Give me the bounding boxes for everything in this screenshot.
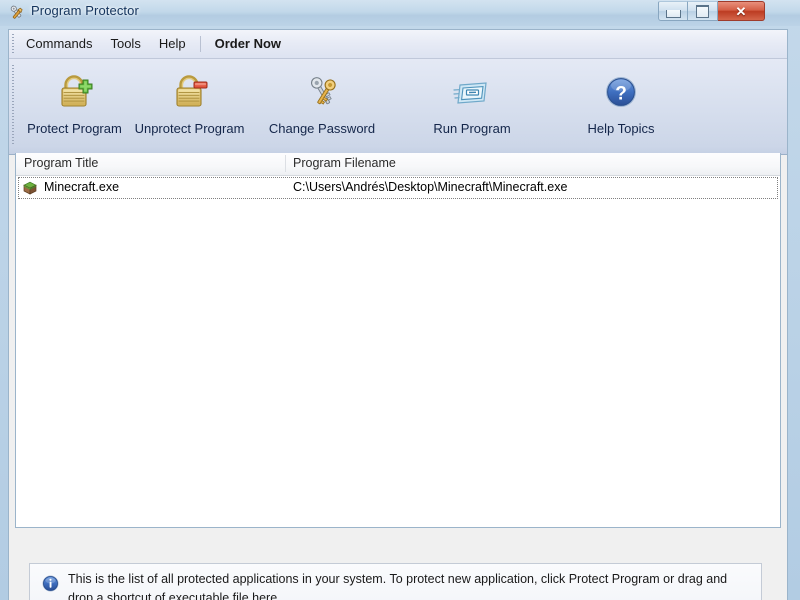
column-header-program-title[interactable]: Program Title <box>24 156 98 170</box>
help-topics-label: Help Topics <box>587 121 655 136</box>
protect-program-button[interactable]: Protect Program <box>17 61 132 149</box>
run-program-button[interactable]: Run Program <box>397 61 547 149</box>
svg-text:?: ? <box>615 84 627 105</box>
help-topics-button[interactable]: ? Help Topics <box>547 61 695 149</box>
info-panel-area: This is the list of all protected applic… <box>9 530 787 600</box>
menu-bar: Commands Tools Help Order Now <box>9 30 787 59</box>
change-password-label: Change Password <box>268 121 376 136</box>
info-circle-icon <box>42 575 59 592</box>
protect-program-label: Protect Program <box>27 121 122 136</box>
title-bar: Program Protector ✕ <box>0 0 800 26</box>
list-rows: Minecraft.exe C:\Users\Andrés\Desktop\Mi… <box>16 177 780 199</box>
keys-icon <box>299 69 345 115</box>
menu-separator <box>199 36 201 52</box>
close-button[interactable]: ✕ <box>718 1 765 21</box>
menu-item-order-now[interactable]: Order Now <box>206 33 290 55</box>
restore-icon <box>696 4 709 18</box>
close-icon: ✕ <box>735 3 747 19</box>
unprotect-program-button[interactable]: Unprotect Program <box>132 61 247 149</box>
lock-add-icon <box>52 69 98 115</box>
minecraft-grass-block-icon <box>22 180 38 196</box>
restore-button[interactable] <box>688 1 718 21</box>
menu-item-tools[interactable]: Tools <box>101 33 149 55</box>
list-header: Program Title Program Filename <box>16 153 780 176</box>
toolbar-gripper[interactable] <box>9 59 17 154</box>
menu-item-commands[interactable]: Commands <box>17 33 101 55</box>
lock-remove-icon <box>167 69 213 115</box>
window-client-area: Commands Tools Help Order Now Protect Pr… <box>8 29 788 600</box>
unprotect-program-label: Unprotect Program <box>134 121 245 136</box>
menu-item-help[interactable]: Help <box>150 33 195 55</box>
minimize-icon <box>665 9 681 18</box>
column-divider[interactable] <box>285 155 286 172</box>
info-panel-text: This is the list of all protected applic… <box>68 572 728 600</box>
change-password-button[interactable]: Change Password <box>247 61 397 149</box>
table-row[interactable]: Minecraft.exe C:\Users\Andrés\Desktop\Mi… <box>18 177 778 199</box>
run-program-label: Run Program <box>433 121 511 136</box>
info-panel: This is the list of all protected applic… <box>29 563 762 600</box>
menu-gripper[interactable] <box>9 30 17 58</box>
toolbar: Protect Program Unprotect Program Change… <box>9 59 787 155</box>
cell-program-title: Minecraft.exe <box>44 180 120 194</box>
window-title: Program Protector <box>31 3 139 18</box>
minimize-button[interactable] <box>658 1 688 21</box>
key-wrench-icon <box>8 4 26 22</box>
question-mark-icon: ? <box>598 69 644 115</box>
column-header-program-filename[interactable]: Program Filename <box>293 156 396 170</box>
protected-programs-list[interactable]: Program Title Program Filename Minecraft… <box>15 153 781 528</box>
cell-program-filename: C:\Users\Andrés\Desktop\Minecraft\Minecr… <box>293 180 568 194</box>
application-window: Program Protector ✕ Commands Tools Help … <box>0 0 800 600</box>
run-window-icon <box>449 69 495 115</box>
